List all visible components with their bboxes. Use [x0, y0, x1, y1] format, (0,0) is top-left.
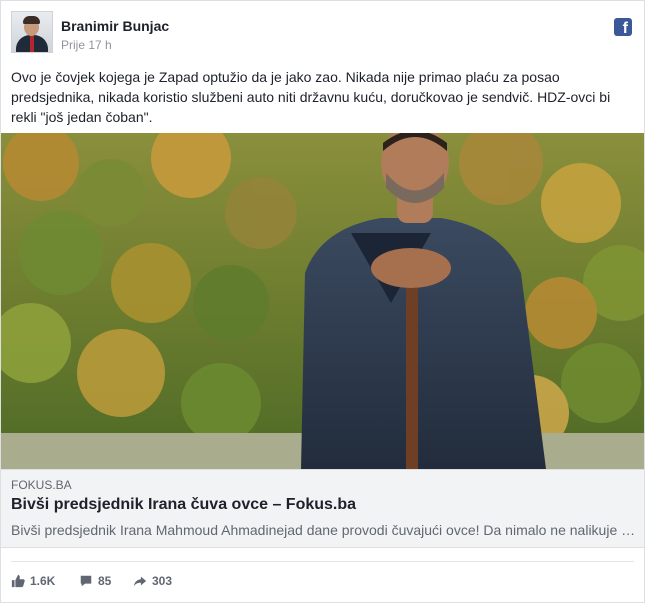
author-name[interactable]: Branimir Bunjac	[61, 18, 169, 34]
avatar[interactable]	[11, 11, 53, 53]
facebook-post-card: Branimir Bunjac Prije 17 h f Ovo je čovj…	[0, 0, 645, 603]
link-title[interactable]: Bivši predsjednik Irana čuva ovce – Foku…	[11, 496, 356, 514]
comment-icon	[80, 575, 92, 587]
facebook-icon[interactable]: f	[614, 18, 632, 37]
comments-count: 85	[98, 574, 112, 588]
post-text: Ovo je čovjek kojega je Zapad optužio da…	[11, 69, 611, 125]
share-icon	[133, 576, 147, 587]
likes-count: 1.6K	[30, 574, 56, 588]
shares-stat[interactable]: 303	[133, 574, 172, 588]
post-timestamp[interactable]: Prije 17 h	[61, 38, 112, 52]
link-description: Bivši predsjednik Irana Mahmoud Ahmadine…	[11, 522, 636, 538]
comments-stat[interactable]: 85	[79, 574, 111, 588]
shares-count: 303	[152, 574, 173, 588]
like-icon	[11, 574, 25, 588]
engagement-bar: 1.6K 85 303	[11, 561, 634, 602]
likes-stat[interactable]: 1.6K	[11, 574, 55, 588]
link-domain: FOKUS.BA	[11, 478, 72, 492]
post-header: Branimir Bunjac Prije 17 h f	[11, 11, 634, 57]
post-photo[interactable]	[1, 133, 644, 469]
link-preview[interactable]: FOKUS.BA Bivši predsjednik Irana čuva ov…	[1, 469, 644, 548]
